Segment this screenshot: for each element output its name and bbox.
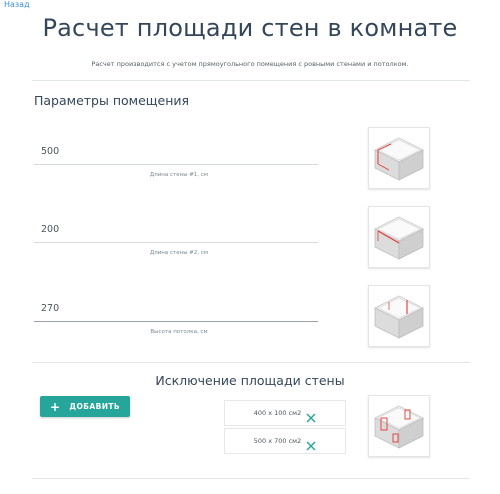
wall-1-length-underline (34, 164, 318, 165)
page-title: Расчет площади стен в комнате (42, 14, 458, 42)
section-title-room-params: Параметры помещения (34, 93, 190, 108)
room-height-icon (368, 285, 430, 347)
wall-1-length-input[interactable] (41, 146, 311, 157)
close-icon[interactable] (306, 436, 316, 451)
close-icon[interactable] (306, 408, 316, 423)
ceiling-height-field: Высота потолка, см (34, 297, 324, 342)
wall-1-length-field: Длина стены #1, см (34, 140, 324, 185)
add-exclusion-label: ДОБАВИТЬ (69, 402, 121, 411)
ceiling-height-caption: Высота потолка, см (150, 329, 208, 335)
room-wall-2-icon (368, 206, 430, 268)
plus-icon: + (49, 399, 61, 414)
room-wall-1-icon (368, 127, 430, 189)
ceiling-height-underline (34, 321, 318, 322)
ceiling-height-input[interactable] (41, 303, 311, 314)
footer-divider (32, 478, 470, 479)
exclusion-item-label: 400 x 100 см2 (253, 409, 302, 417)
wall-2-length-field: Длина стены #2, см (34, 218, 324, 263)
exclusion-item: 400 x 100 см2 (224, 400, 346, 426)
page-subtitle: Расчет производится с учетом прямоугольн… (91, 60, 409, 68)
wall-2-length-underline (34, 242, 318, 243)
header-divider (32, 80, 470, 81)
section-divider (32, 362, 470, 363)
wall-2-length-caption: Длина стены #2, см (149, 250, 209, 256)
exclusion-list: 400 x 100 см2 500 x 700 см2 (224, 400, 346, 456)
add-exclusion-button[interactable]: + ДОБАВИТЬ (40, 396, 130, 417)
room-openings-icon (368, 395, 430, 457)
wall-2-length-input[interactable] (41, 224, 311, 235)
page: Назад Расчет площади стен в комнате Расч… (0, 0, 500, 494)
exclusion-item: 500 x 700 см2 (224, 428, 346, 454)
wall-1-length-caption: Длина стены #1, см (149, 172, 209, 178)
section-title-exclusions: Исключение площади стены (155, 373, 345, 388)
exclusion-item-label: 500 x 700 см2 (253, 437, 302, 445)
back-link[interactable]: Назад (4, 0, 30, 9)
